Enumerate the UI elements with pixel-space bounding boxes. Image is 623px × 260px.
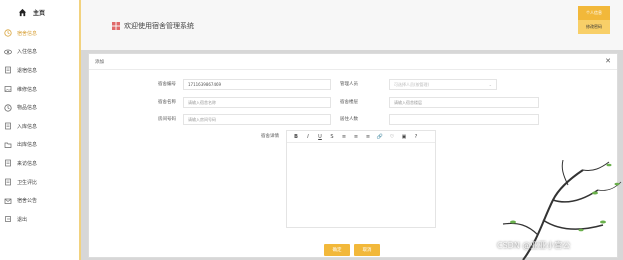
- sidebar-item-label: 入库信息: [17, 123, 38, 130]
- sidebar-home-label: 主页: [33, 9, 46, 17]
- sidebar: 主页 宿舍信息入住信息退宿信息维修信息物品信息入库信息出库信息来访信息卫生评比宿…: [0, 0, 81, 260]
- sidebar-item-label: 卫生评比: [17, 179, 38, 186]
- sidebar-item-label: 入住信息: [17, 49, 38, 56]
- sidebar-item-label: 退宿信息: [17, 67, 38, 74]
- sidebar-home[interactable]: 主页: [0, 0, 79, 24]
- sidebar-item-9[interactable]: 宿舍公告: [0, 191, 79, 210]
- sidebar-item-5[interactable]: 入库信息: [0, 117, 79, 136]
- sidebar-item-label: 来访信息: [17, 160, 38, 167]
- sidebar-item-label: 退出: [17, 216, 28, 223]
- toolbar-align-right-icon[interactable]: ≡: [362, 132, 374, 142]
- watermark: CSDN @亚亚小宫公: [497, 241, 571, 250]
- sidebar-item-label: 维修信息: [17, 86, 38, 93]
- building-input[interactable]: 请输入宿舍楼层: [389, 97, 539, 108]
- dorm-no-label: 宿舍编号: [158, 82, 176, 87]
- details-label: 宿舍详情: [261, 134, 279, 139]
- dorm-no-input[interactable]: 1711639867469: [183, 79, 331, 90]
- toolbar-underline-icon[interactable]: U: [314, 132, 326, 142]
- sidebar-item-label: 宿舍公告: [17, 198, 38, 205]
- editor-toolbar: B I U S ≡ ≡ ≡ 🔗 ♡ ▣?: [287, 131, 435, 143]
- sidebar-item-label: 宿舍信息: [17, 30, 38, 37]
- toolbar-image-icon[interactable]: ▣: [398, 132, 410, 142]
- cancel-button[interactable]: 取消: [354, 244, 380, 256]
- toolbar-align-center-icon[interactable]: ≡: [350, 132, 362, 142]
- building-label: 宿舍楼层: [340, 100, 358, 105]
- clock-icon: [4, 104, 12, 112]
- sidebar-item-label: 出库信息: [17, 142, 38, 149]
- sidebar-item-label: 物品信息: [17, 105, 38, 112]
- document-icon: [4, 122, 12, 130]
- grid-icon: [112, 22, 120, 30]
- envelope-icon: [4, 197, 12, 205]
- user-profile-link[interactable]: 个人信息: [578, 6, 610, 20]
- system-title: 欢迎使用宿舍管理系统: [124, 22, 194, 30]
- change-password-link[interactable]: 修改密码: [578, 20, 610, 34]
- sidebar-item-0[interactable]: 宿舍信息: [0, 24, 79, 43]
- sidebar-item-7[interactable]: 来访信息: [0, 154, 79, 173]
- sidebar-item-2[interactable]: 退宿信息: [0, 61, 79, 80]
- toolbar-link-icon[interactable]: 🔗: [374, 132, 386, 142]
- confirm-button[interactable]: 确定: [324, 244, 350, 256]
- image-icon: [4, 85, 12, 93]
- header: 欢迎使用宿舍管理系统 个人信息 修改密码: [83, 0, 623, 50]
- sidebar-item-8[interactable]: 卫生评比: [0, 173, 79, 192]
- sidebar-item-6[interactable]: 出库信息: [0, 136, 79, 155]
- document-icon: [4, 159, 12, 167]
- toolbar-strikethrough-icon[interactable]: S: [326, 132, 338, 142]
- toolbar-align-left-icon[interactable]: ≡: [338, 132, 350, 142]
- manager-label: 管理人员: [340, 82, 358, 87]
- occupants-input[interactable]: [389, 114, 539, 125]
- dialog-title: 添加: [95, 60, 104, 65]
- details-editor[interactable]: B I U S ≡ ≡ ≡ 🔗 ♡ ▣?: [286, 130, 436, 228]
- toolbar-italic-icon[interactable]: I: [302, 132, 314, 142]
- manager-select[interactable]: 可选择人员(按管理) ⌄: [389, 79, 497, 90]
- home-icon: [18, 8, 27, 17]
- document-icon: [4, 66, 12, 74]
- dorm-name-input[interactable]: 请输入宿舍名称: [183, 97, 331, 108]
- toolbar-bold-icon[interactable]: B: [290, 132, 302, 142]
- user-menu[interactable]: 个人信息 修改密码: [578, 6, 610, 34]
- toolbar-heart-icon[interactable]: ♡: [386, 132, 398, 142]
- eye-icon: [4, 48, 12, 56]
- dorm-name-label: 宿舍名称: [158, 100, 176, 105]
- room-no-label: 房间号码: [158, 117, 176, 122]
- room-no-input[interactable]: 请输入房间号码: [183, 114, 331, 125]
- sidebar-item-4[interactable]: 物品信息: [0, 98, 79, 117]
- clock-icon: [4, 29, 12, 37]
- dialog-header: 添加 ✕: [89, 54, 617, 70]
- chevron-down-icon: ⌄: [488, 82, 492, 87]
- document-icon: [4, 178, 12, 186]
- sidebar-item-10[interactable]: 退出: [0, 210, 79, 229]
- sidebar-item-3[interactable]: 维修信息: [0, 80, 79, 99]
- sidebar-item-1[interactable]: 入住信息: [0, 43, 79, 62]
- close-icon[interactable]: ✕: [605, 57, 611, 65]
- logout-icon: [4, 215, 12, 223]
- brand: 欢迎使用宿舍管理系统: [112, 21, 194, 31]
- occupants-label: 居住人数: [340, 117, 358, 122]
- toolbar-help-icon[interactable]: ?: [410, 132, 422, 142]
- manager-select-placeholder: 可选择人员(按管理): [394, 81, 430, 87]
- folder-icon: [4, 141, 12, 149]
